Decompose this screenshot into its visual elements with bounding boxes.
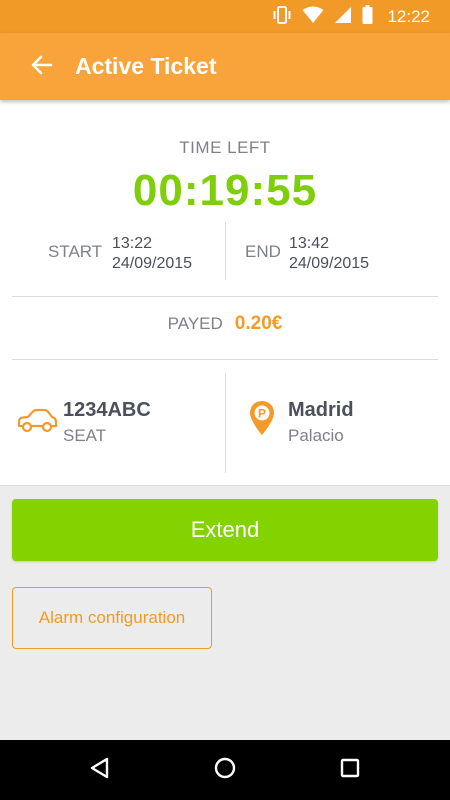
end-date: 24/09/2015 bbox=[289, 255, 370, 272]
svg-text:P: P bbox=[258, 407, 266, 421]
payed-label: PAYED bbox=[167, 314, 223, 333]
vehicle-location-divider bbox=[225, 373, 226, 473]
nav-home-button[interactable] bbox=[210, 755, 240, 785]
recents-square-icon bbox=[339, 757, 361, 784]
payed-amount: 0.20€ bbox=[234, 313, 283, 334]
app-bar: Active Ticket bbox=[0, 33, 450, 100]
home-circle-icon bbox=[213, 756, 237, 785]
vehicle-plate: 1234ABC bbox=[63, 399, 151, 421]
status-bar: 12:22 bbox=[0, 0, 450, 33]
cellular-signal-icon bbox=[334, 6, 352, 29]
start-date: 24/09/2015 bbox=[112, 255, 193, 272]
navigation-bar bbox=[0, 740, 450, 800]
alarm-configuration-button[interactable]: Alarm configuration bbox=[12, 587, 212, 649]
payed-row: PAYED 0.20€ bbox=[0, 313, 450, 335]
page-title: Active Ticket bbox=[75, 53, 217, 79]
location-city: Madrid bbox=[288, 399, 354, 421]
end-time: 13:42 bbox=[289, 235, 330, 252]
car-icon bbox=[16, 408, 58, 439]
divider bbox=[12, 359, 438, 360]
nav-recents-button[interactable] bbox=[335, 755, 365, 785]
start-label: START bbox=[48, 242, 103, 261]
start-end-divider bbox=[225, 222, 226, 280]
start-time: 13:22 bbox=[112, 235, 153, 252]
end-label: END bbox=[245, 242, 281, 261]
status-icons: 12:22 bbox=[272, 5, 430, 29]
parking-pin-icon: P bbox=[249, 400, 275, 441]
divider bbox=[12, 296, 438, 297]
status-time: 12:22 bbox=[387, 7, 430, 26]
location-zone: Palacio bbox=[288, 426, 344, 445]
back-button[interactable] bbox=[26, 51, 58, 83]
extend-button[interactable]: Extend bbox=[12, 499, 438, 561]
wifi-icon bbox=[302, 6, 324, 29]
arrow-left-icon bbox=[31, 54, 53, 81]
time-left-value: 00:19:55 bbox=[132, 166, 318, 215]
nav-back-button[interactable] bbox=[84, 755, 114, 785]
vibrate-icon bbox=[272, 5, 292, 29]
back-triangle-icon bbox=[88, 756, 110, 785]
ticket-card: TIME LEFT 00:19:55 START 13:22 24/09/201… bbox=[0, 100, 450, 486]
battery-icon bbox=[362, 5, 373, 29]
vehicle-make: SEAT bbox=[63, 426, 107, 445]
time-left-label: TIME LEFT bbox=[179, 138, 271, 157]
